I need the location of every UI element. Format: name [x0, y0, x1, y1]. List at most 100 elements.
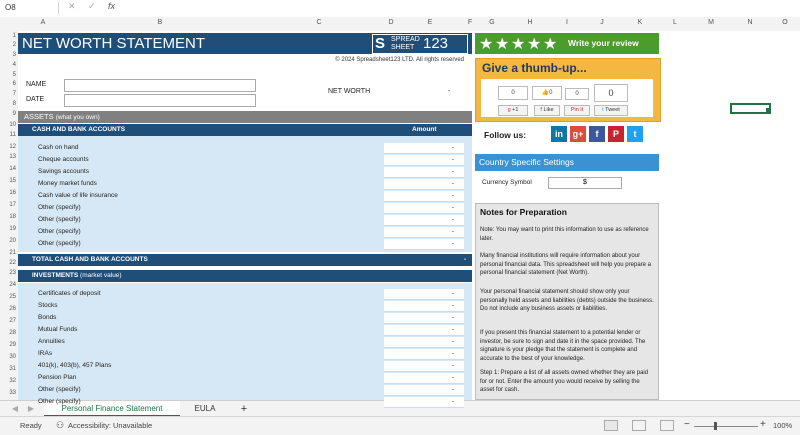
tab-eula[interactable]: EULA: [182, 401, 228, 417]
row-header[interactable]: 13: [0, 154, 16, 160]
accessibility-status[interactable]: Accessibility: Unavailable: [68, 421, 152, 430]
column-header[interactable]: B: [68, 19, 252, 26]
column-header[interactable]: M: [692, 19, 730, 26]
row-header[interactable]: 12: [0, 144, 16, 150]
amount-cell[interactable]: -: [384, 289, 464, 300]
column-header[interactable]: E: [396, 19, 464, 26]
row-header[interactable]: 28: [0, 330, 16, 336]
check-icon[interactable]: ✓: [88, 1, 96, 12]
amount-cell[interactable]: -: [384, 167, 464, 178]
prev-sheet-icon[interactable]: ◀: [10, 401, 20, 417]
row-header[interactable]: 32: [0, 378, 16, 384]
star-icon[interactable]: ★: [543, 34, 557, 54]
pinterest-icon[interactable]: P: [608, 126, 624, 142]
tweet-button[interactable]: t Tweet: [594, 105, 628, 116]
page-layout-icon[interactable]: [632, 420, 646, 431]
amount-cell[interactable]: -: [384, 313, 464, 324]
selected-cell[interactable]: [730, 103, 771, 114]
column-header[interactable]: I: [552, 19, 582, 26]
row-header[interactable]: 33: [0, 390, 16, 396]
row-header[interactable]: 17: [0, 202, 16, 208]
zoom-slider-thumb[interactable]: [714, 422, 717, 430]
add-sheet-button[interactable]: +: [236, 401, 252, 417]
column-header[interactable]: N: [730, 19, 770, 26]
row-header[interactable]: 22: [0, 260, 16, 266]
row-header[interactable]: 30: [0, 354, 16, 360]
cancel-icon[interactable]: ✕: [68, 1, 76, 12]
amount-cell[interactable]: -: [384, 373, 464, 384]
amount-cell[interactable]: -: [384, 361, 464, 372]
normal-view-icon[interactable]: [604, 420, 618, 431]
column-header[interactable]: K: [622, 19, 658, 26]
row-header[interactable]: 18: [0, 214, 16, 220]
row-header[interactable]: 25: [0, 294, 16, 300]
amount-cell[interactable]: -: [384, 349, 464, 360]
pinit-button[interactable]: Pin it: [564, 105, 590, 116]
facebook-icon[interactable]: f: [589, 126, 605, 142]
column-header[interactable]: J: [582, 19, 622, 26]
currency-symbol-input[interactable]: $: [548, 177, 622, 189]
row-header[interactable]: 15: [0, 178, 16, 184]
row-header[interactable]: 9: [0, 111, 16, 117]
row-header[interactable]: 7: [0, 91, 16, 97]
column-header[interactable]: L: [658, 19, 692, 26]
star-icon[interactable]: ★: [511, 34, 525, 54]
linkedin-icon[interactable]: in: [551, 126, 567, 142]
amount-cell[interactable]: -: [384, 203, 464, 214]
amount-cell[interactable]: -: [384, 227, 464, 238]
row-header[interactable]: 4: [0, 62, 16, 68]
fill-handle[interactable]: [766, 108, 770, 112]
name-input[interactable]: [64, 79, 256, 92]
row-header[interactable]: 20: [0, 238, 16, 244]
row-header[interactable]: 16: [0, 190, 16, 196]
like-button[interactable]: f Like: [534, 105, 560, 116]
function-icon[interactable]: fx: [108, 1, 115, 11]
star-icon[interactable]: ★: [479, 34, 493, 54]
row-header[interactable]: 5: [0, 72, 16, 78]
write-review-link[interactable]: Write your review: [568, 38, 639, 48]
zoom-level[interactable]: 100%: [773, 421, 792, 430]
twitter-icon[interactable]: t: [627, 126, 643, 142]
star-icon[interactable]: ★: [495, 34, 509, 54]
google-plus-icon[interactable]: g+: [570, 126, 586, 142]
page-break-icon[interactable]: [660, 420, 674, 431]
row-header[interactable]: 1: [0, 33, 16, 39]
row-header[interactable]: 27: [0, 318, 16, 324]
column-header[interactable]: F: [466, 19, 474, 26]
row-header[interactable]: 21: [0, 250, 16, 256]
amount-cell[interactable]: -: [384, 239, 464, 250]
row-header[interactable]: 6: [0, 81, 16, 87]
star-icon[interactable]: ★: [527, 34, 541, 54]
amount-cell[interactable]: -: [384, 143, 464, 154]
row-header[interactable]: 26: [0, 306, 16, 312]
next-sheet-icon[interactable]: ▶: [26, 401, 36, 417]
amount-cell[interactable]: -: [384, 397, 464, 408]
amount-cell[interactable]: -: [384, 325, 464, 336]
column-header[interactable]: O: [770, 19, 800, 26]
column-header[interactable]: A: [18, 19, 68, 26]
date-input[interactable]: [64, 94, 256, 107]
row-header[interactable]: 11: [0, 132, 16, 138]
row-header[interactable]: 3: [0, 52, 16, 58]
zoom-in-button[interactable]: +: [760, 419, 766, 430]
row-header[interactable]: 31: [0, 366, 16, 372]
amount-cell[interactable]: -: [384, 385, 464, 396]
row-header[interactable]: 29: [0, 342, 16, 348]
amount-cell[interactable]: -: [384, 337, 464, 348]
column-header[interactable]: D: [386, 19, 396, 26]
amount-cell[interactable]: -: [384, 155, 464, 166]
row-header[interactable]: 8: [0, 101, 16, 107]
column-header[interactable]: G: [476, 19, 508, 26]
amount-cell[interactable]: -: [384, 179, 464, 190]
row-header[interactable]: 19: [0, 226, 16, 232]
amount-cell[interactable]: -: [384, 215, 464, 226]
amount-cell[interactable]: -: [384, 301, 464, 312]
row-header[interactable]: 24: [0, 282, 16, 288]
column-header[interactable]: C: [252, 19, 386, 26]
row-header[interactable]: 2: [0, 42, 16, 48]
gplus-button[interactable]: g +1: [498, 105, 528, 116]
name-box[interactable]: O8: [2, 2, 55, 14]
zoom-slider[interactable]: [694, 426, 758, 427]
amount-cell[interactable]: -: [384, 191, 464, 202]
row-header[interactable]: 10: [0, 122, 16, 128]
